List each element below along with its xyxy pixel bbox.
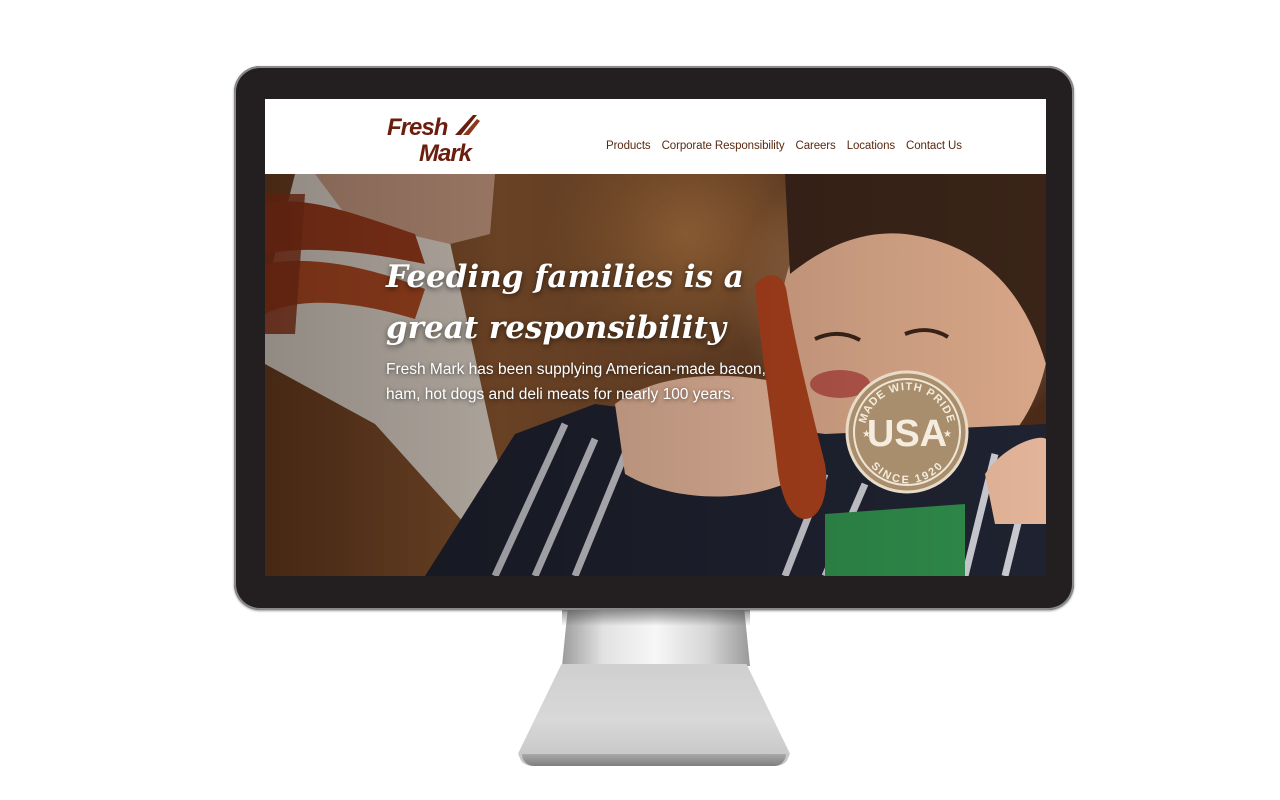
nav-corporate-responsibility[interactable]: Corporate Responsibility <box>662 140 785 152</box>
badge-usa-text: USA <box>867 413 947 455</box>
nav-careers[interactable]: Careers <box>795 140 835 152</box>
main-nav: Products Corporate Responsibility Career… <box>606 140 962 152</box>
monitor-stand-shadow <box>562 610 750 626</box>
logo-word-mark: Mark <box>419 140 474 165</box>
website-screen: Fresh Mark Products Corporate Responsibi… <box>265 99 1046 576</box>
logo-word-fresh: Fresh <box>387 114 448 141</box>
fresh-mark-logo[interactable]: Fresh Mark <box>385 111 495 165</box>
nav-contact-us[interactable]: Contact Us <box>906 140 962 152</box>
fresh-mark-logo-image: Fresh Mark <box>387 114 480 165</box>
usa-badge: MADE WITH PRIDE USA ★ ★ SINCE 1920 <box>845 370 969 494</box>
monitor-stand-base <box>518 664 790 766</box>
nav-products[interactable]: Products <box>606 140 651 152</box>
hero-subtitle: Fresh Mark has been supplying American-m… <box>386 361 766 403</box>
badge-star-right: ★ <box>943 429 952 440</box>
monitor-stand-base-edge <box>522 754 786 766</box>
badge-star-left: ★ <box>862 429 871 440</box>
hero-banner: Feeding families is a great responsibili… <box>265 174 1046 576</box>
nav-locations[interactable]: Locations <box>847 140 895 152</box>
site-header: Fresh Mark Products Corporate Responsibi… <box>265 99 1046 174</box>
hero-title: Feeding families is a great responsibili… <box>386 259 744 346</box>
